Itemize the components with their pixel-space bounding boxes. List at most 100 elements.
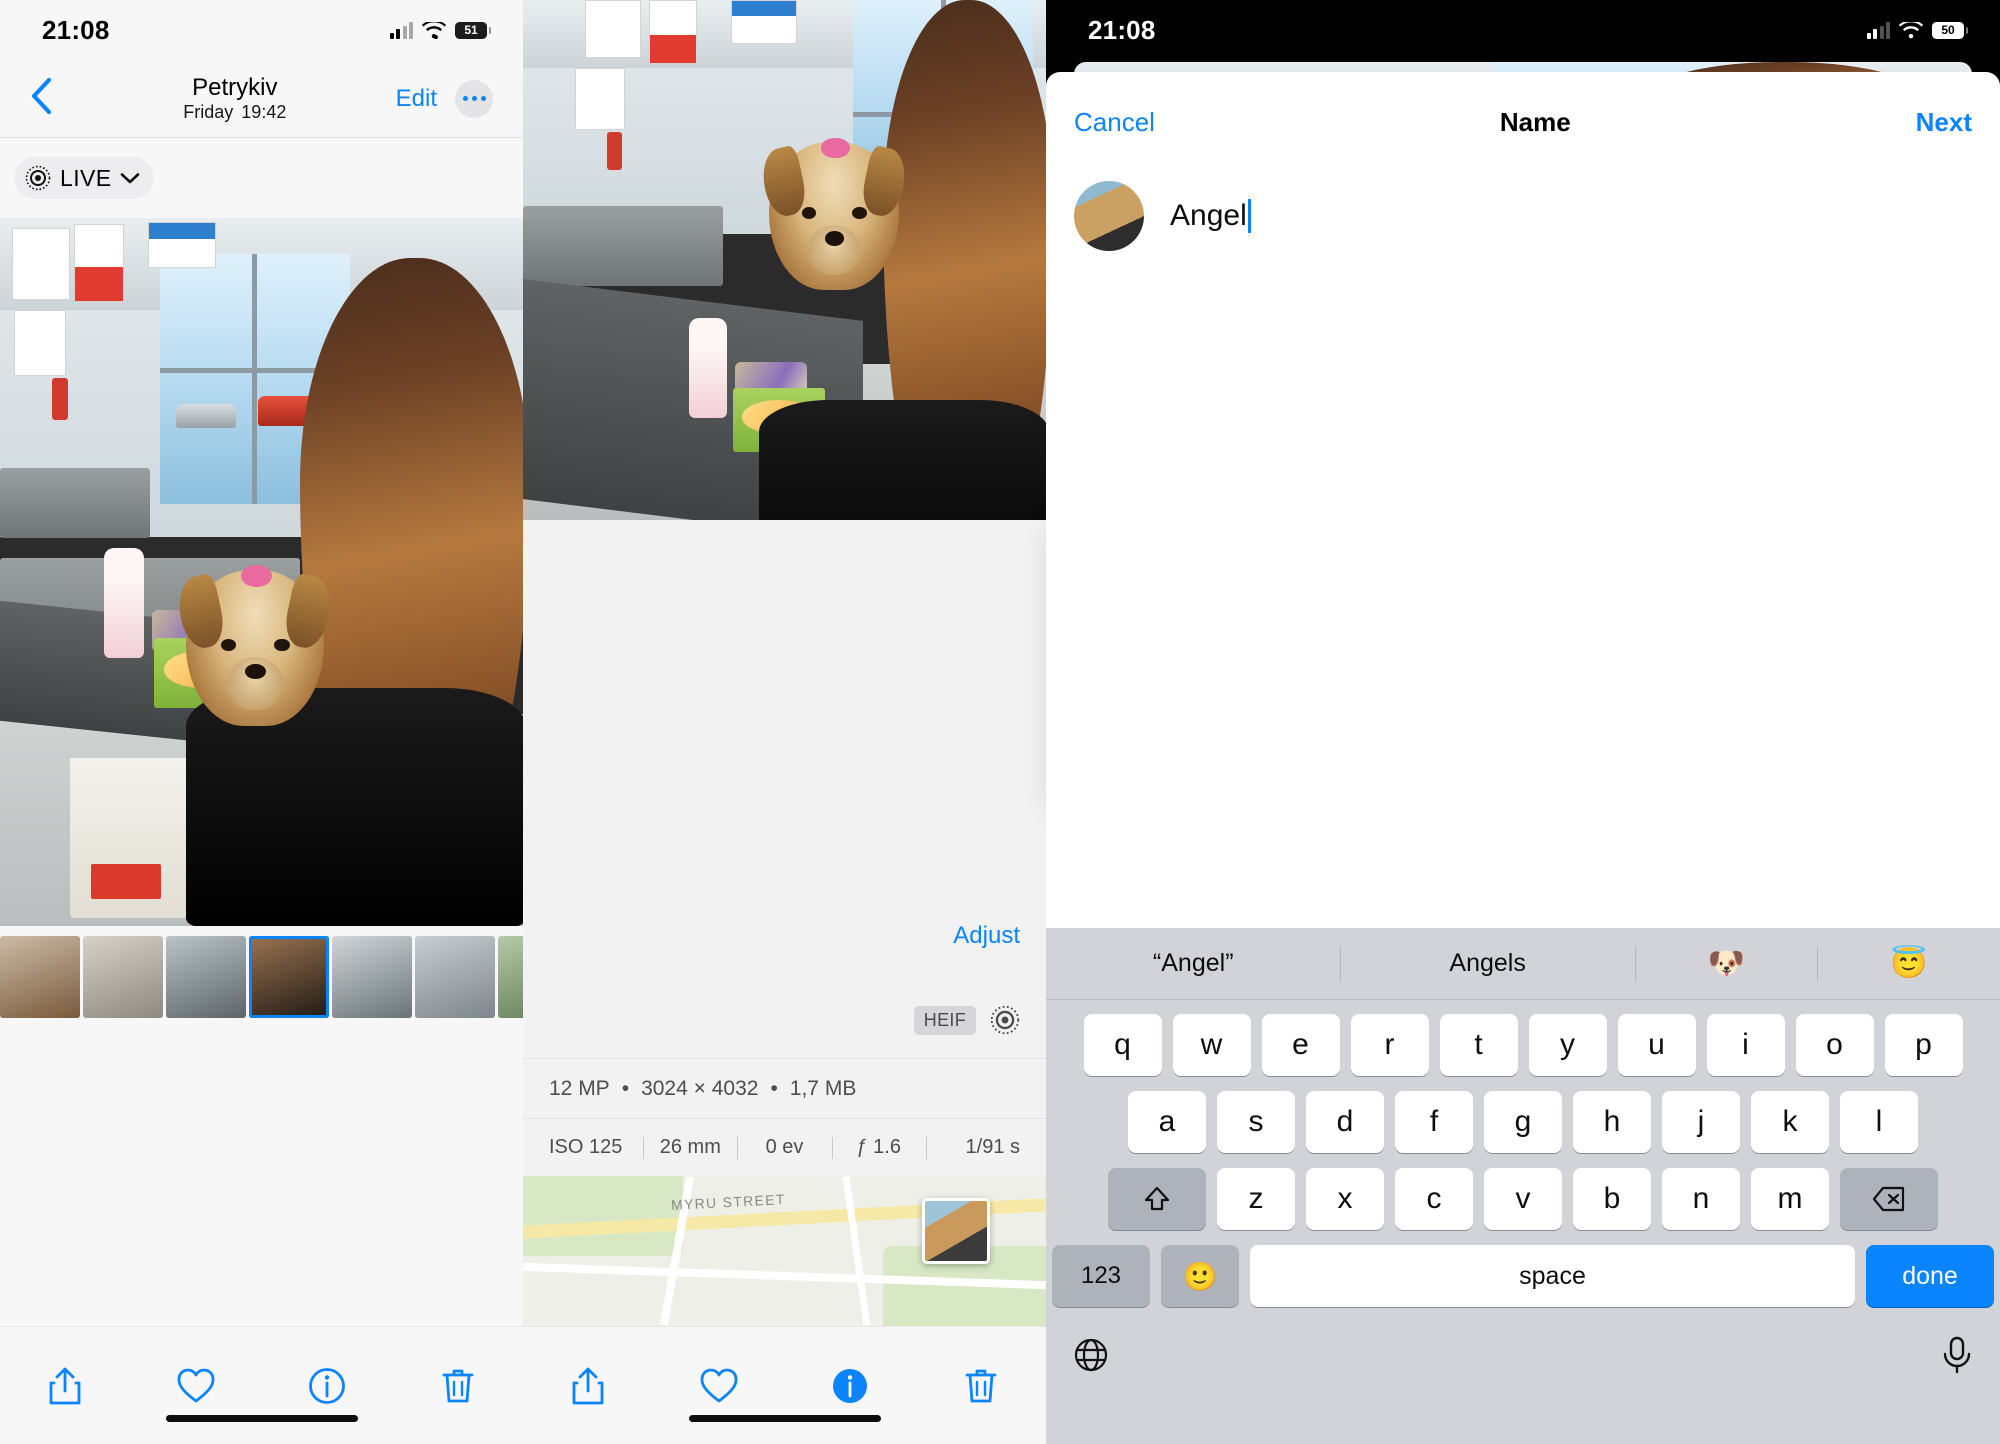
home-indicator [688, 1415, 881, 1422]
live-photo-toggle[interactable]: LIVE [14, 157, 155, 199]
key-t[interactable]: t [1439, 1014, 1518, 1076]
key-w[interactable]: w [1172, 1014, 1251, 1076]
ellipsis-circle-icon[interactable] [455, 79, 493, 118]
cancel-button[interactable]: Cancel [1074, 107, 1155, 138]
exif-aperture: ƒ 1.6 [832, 1136, 926, 1159]
subtitle-time: 19:42 [241, 102, 287, 123]
key-h[interactable]: h [1573, 1091, 1651, 1153]
filmstrip-thumb[interactable] [83, 936, 163, 1018]
megapixels: 12 MP [549, 1076, 610, 1100]
key-i[interactable]: i [1706, 1014, 1785, 1076]
microphone-icon[interactable] [1940, 1336, 1974, 1382]
edit-button[interactable]: Edit [396, 85, 437, 113]
smiley-icon[interactable]: 🙂 [1161, 1245, 1239, 1307]
key-u[interactable]: u [1617, 1014, 1696, 1076]
share-icon[interactable] [560, 1358, 616, 1414]
wifi-icon [422, 19, 446, 39]
filmstrip-thumb[interactable] [498, 936, 523, 1018]
prediction-3-emoji[interactable]: 😇 [1817, 946, 2000, 981]
globe-icon[interactable] [1072, 1336, 1110, 1382]
key-r[interactable]: r [1350, 1014, 1429, 1076]
wifi-icon [1899, 19, 1923, 39]
key-n[interactable]: n [1662, 1168, 1740, 1230]
exif-shutter-speed: 1/91 s [926, 1136, 1020, 1159]
text-caret [1247, 199, 1251, 233]
share-icon[interactable] [37, 1358, 93, 1414]
key-d[interactable]: d [1306, 1091, 1384, 1153]
exif-exposure-bias: 0 ev [737, 1136, 831, 1159]
status-indicators: 50 [1866, 19, 1968, 39]
prediction-2-emoji[interactable]: 🐶 [1635, 946, 1818, 981]
filmstrip-thumb-selected[interactable] [249, 936, 329, 1018]
trash-icon[interactable] [430, 1358, 486, 1414]
key-m[interactable]: m [1751, 1168, 1829, 1230]
shift-up-icon[interactable] [1108, 1168, 1206, 1230]
key-c[interactable]: c [1395, 1168, 1473, 1230]
exif-iso: ISO 125 [549, 1136, 623, 1158]
key-k[interactable]: k [1751, 1091, 1829, 1153]
photo-detail-panel: 21:08 51 Petrykiv Friday 19:42 Edit LIVE [0, 0, 523, 1444]
map-photo-pin[interactable] [922, 1198, 990, 1264]
keyboard-bottom-row [1046, 1322, 2000, 1394]
heart-icon[interactable] [168, 1358, 224, 1414]
key-x[interactable]: x [1306, 1168, 1384, 1230]
battery-icon: 51 [455, 21, 491, 39]
battery-level: 50 [1941, 23, 1955, 37]
key-f[interactable]: f [1395, 1091, 1473, 1153]
filmstrip-thumb[interactable] [415, 936, 495, 1018]
key-v[interactable]: v [1484, 1168, 1562, 1230]
key-o[interactable]: o [1795, 1014, 1874, 1076]
info-circle-icon[interactable] [299, 1358, 355, 1414]
back-button[interactable] [30, 77, 74, 120]
photo-info-sheet: Adjust HEIF 12 MP • 3024 × 4032 • 1,7 MB… [523, 890, 1046, 1326]
filmstrip-thumb[interactable] [0, 936, 80, 1018]
name-input-row[interactable]: Angel [1046, 172, 2000, 260]
exif-row: ISO 125 26 mm 0 ev ƒ 1.6 1/91 s [523, 1118, 1046, 1176]
filmstrip-thumb[interactable] [166, 936, 246, 1018]
status-time: 21:08 [1088, 14, 1156, 45]
format-chip: HEIF [913, 1005, 976, 1035]
prediction-0[interactable]: “Angel” [1046, 949, 1340, 978]
name-input[interactable]: Angel [1170, 199, 1972, 233]
numbers-key[interactable]: 123 [1052, 1245, 1150, 1307]
pet-avatar[interactable] [1074, 181, 1144, 251]
prediction-bar: “Angel” Angels 🐶 😇 [1046, 928, 2000, 1000]
battery-icon: 50 [1932, 21, 1968, 39]
key-q[interactable]: q [1083, 1014, 1162, 1076]
backspace-icon[interactable] [1840, 1168, 1938, 1230]
key-b[interactable]: b [1573, 1168, 1651, 1230]
key-z[interactable]: z [1217, 1168, 1295, 1230]
photo-filmstrip-left[interactable] [0, 926, 523, 1028]
space-key[interactable]: space [1250, 1245, 1855, 1307]
keyboard-row-1: q w e r t y u i o p [1052, 1014, 1994, 1076]
next-button[interactable]: Next [1916, 107, 1972, 138]
prediction-1[interactable]: Angels [1340, 949, 1634, 978]
key-a[interactable]: a [1128, 1091, 1206, 1153]
done-key[interactable]: done [1866, 1245, 1994, 1307]
adjust-row: Adjust [523, 890, 1046, 982]
key-s[interactable]: s [1217, 1091, 1295, 1153]
trash-icon[interactable] [953, 1358, 1009, 1414]
location-map[interactable]: MYRU STREET [523, 1176, 1046, 1326]
key-g[interactable]: g [1484, 1091, 1562, 1153]
key-y[interactable]: y [1528, 1014, 1607, 1076]
photo-viewer-middle[interactable] [523, 0, 1046, 520]
filmstrip-thumb[interactable] [332, 936, 412, 1018]
heart-icon[interactable] [691, 1358, 747, 1414]
nav-title-block: Petrykiv Friday 19:42 [74, 74, 396, 123]
info-circle-icon-active[interactable] [822, 1358, 878, 1414]
adjust-button[interactable]: Adjust [953, 922, 1020, 950]
bottom-toolbar-middle [523, 1326, 1046, 1444]
filesize: 1,7 MB [789, 1076, 857, 1100]
keyboard-row-4: 123 🙂 space done [1052, 1245, 1994, 1307]
key-l[interactable]: l [1840, 1091, 1918, 1153]
photo-viewer-left[interactable] [0, 218, 523, 926]
live-photo-icon [25, 165, 51, 191]
key-e[interactable]: e [1261, 1014, 1340, 1076]
subtitle-day: Friday [183, 102, 234, 123]
key-j[interactable]: j [1662, 1091, 1740, 1153]
key-p[interactable]: p [1884, 1014, 1963, 1076]
keyboard-row-2: a s d f g h j k l [1052, 1091, 1994, 1153]
photo-scene [523, 0, 1046, 520]
battery-level: 51 [464, 23, 478, 37]
